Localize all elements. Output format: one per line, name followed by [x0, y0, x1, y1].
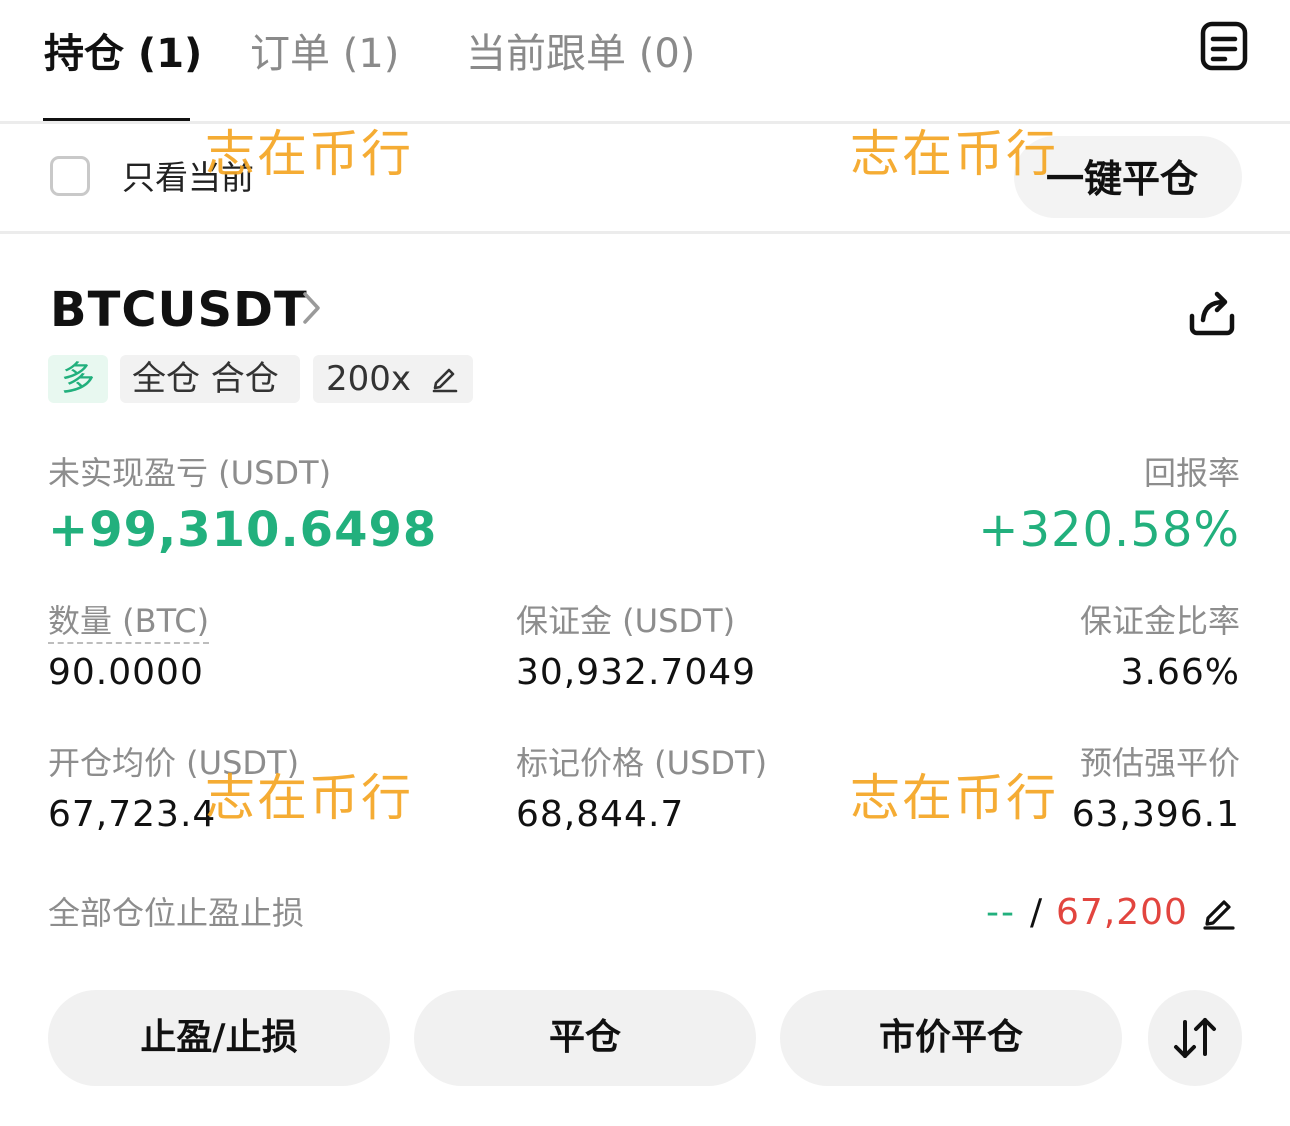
margin-mode-tag: 全仓 合仓 — [120, 355, 300, 403]
document-list-icon[interactable] — [1198, 20, 1250, 72]
unrealized-pnl-label: 未实现盈亏 (USDT) — [48, 454, 332, 492]
watermark-text: 志在币行 — [850, 769, 1058, 827]
liq-price-value: 63,396.1 — [1071, 794, 1240, 835]
edit-tpsl-icon[interactable] — [1200, 893, 1238, 931]
margin-ratio-label: 保证金比率 — [1079, 602, 1240, 640]
liq-price-label: 预估强平价 — [1079, 744, 1240, 782]
quantity-label[interactable]: 数量 (BTC) — [48, 600, 210, 644]
watermark-text: 志在币行 — [205, 125, 413, 183]
tab-copy-trades[interactable]: 当前跟单 (0) — [466, 28, 695, 80]
stop-loss-value: 67,200 — [1056, 892, 1188, 933]
tab-orders[interactable]: 订单 (1) — [250, 28, 399, 80]
tabs-divider — [0, 121, 1290, 124]
tpsl-button[interactable]: 止盈/止损 — [48, 990, 390, 1086]
mark-price-value: 68,844.7 — [516, 794, 685, 835]
close-all-label[interactable]: 一键平仓 — [1046, 154, 1198, 204]
margin-label: 保证金 (USDT) — [516, 602, 736, 640]
leverage-value: 200x — [326, 359, 412, 399]
only-current-checkbox[interactable] — [50, 156, 90, 196]
tpsl-label: 全部仓位止盈止损 — [48, 894, 305, 932]
quantity-value: 90.0000 — [48, 652, 204, 693]
tab-positions[interactable]: 持仓 (1) — [44, 28, 202, 80]
margin-value: 30,932.7049 — [516, 652, 757, 693]
close-position-button[interactable]: 平仓 — [414, 990, 756, 1086]
filter-divider — [0, 231, 1290, 234]
watermark-text: 志在币行 — [205, 769, 413, 827]
take-profit-value: -- — [986, 892, 1016, 933]
roe-value: +320.58% — [978, 502, 1240, 558]
chevron-right-icon[interactable] — [298, 288, 324, 328]
roe-label: 回报率 — [1143, 454, 1240, 492]
tpsl-separator: / — [1030, 892, 1043, 933]
swap-arrows-icon — [1174, 1018, 1216, 1058]
market-close-button[interactable]: 市价平仓 — [780, 990, 1122, 1086]
watermark-text: 志在币行 — [850, 125, 1058, 183]
unrealized-pnl-value: +99,310.6498 — [48, 502, 438, 558]
side-tag: 多 — [48, 355, 108, 403]
share-icon[interactable] — [1186, 286, 1238, 338]
edit-leverage-icon[interactable] — [430, 363, 460, 393]
margin-ratio-value: 3.66% — [1120, 652, 1240, 693]
entry-price-value: 67,723.4 — [48, 794, 217, 835]
position-symbol[interactable]: BTCUSDT — [50, 280, 308, 340]
mark-price-label: 标记价格 (USDT) — [516, 744, 768, 782]
